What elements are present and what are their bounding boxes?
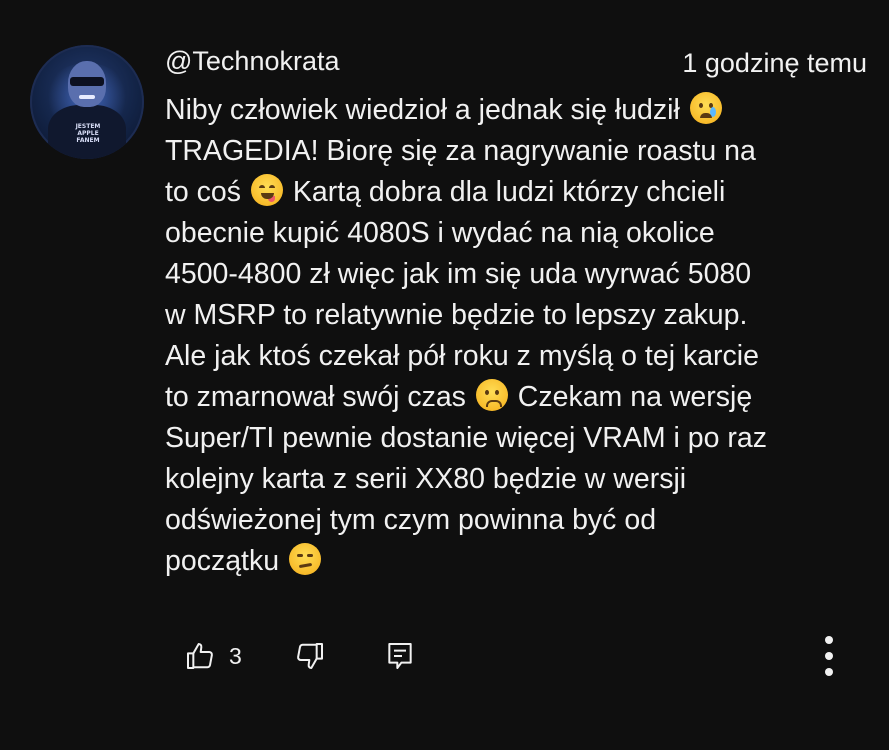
thumbs-up-icon bbox=[184, 640, 216, 672]
like-count: 3 bbox=[229, 643, 242, 669]
reply-button[interactable] bbox=[382, 638, 418, 674]
avatar[interactable]: JESTEM APPLE FANEM bbox=[30, 45, 144, 159]
comment-text-part3: Kartą dobra dla ludzi którzy chcieli obe… bbox=[165, 176, 759, 413]
avatar-glasses bbox=[70, 77, 104, 86]
slightly-frowning-face-emoji-icon bbox=[475, 379, 508, 411]
comment-author[interactable]: @Technokrata bbox=[165, 44, 340, 78]
comment-text-part1: Niby człowiek wiedzioł a jednak się łudz… bbox=[165, 94, 688, 126]
comment-thread: JESTEM APPLE FANEM @Technokrata 1 godzin… bbox=[0, 0, 889, 750]
like-button[interactable] bbox=[182, 638, 218, 674]
face-with-raised-eyebrow-emoji-icon bbox=[289, 543, 321, 575]
comment-text: Niby człowiek wiedzioł a jednak się łudz… bbox=[165, 90, 880, 582]
thumbs-down-icon bbox=[294, 640, 326, 672]
dislike-button[interactable] bbox=[292, 638, 328, 674]
crying-face-emoji-icon bbox=[689, 92, 722, 124]
face-savoring-food-emoji-icon bbox=[250, 174, 283, 206]
avatar-mouth bbox=[79, 95, 95, 99]
comment-timestamp[interactable]: 1 godzinę temu bbox=[682, 46, 867, 80]
avatar-shirt-text: JESTEM APPLE FANEM bbox=[75, 123, 101, 144]
more-vert-icon bbox=[823, 634, 835, 678]
reply-icon bbox=[384, 640, 416, 672]
more-options-button[interactable] bbox=[812, 632, 846, 680]
